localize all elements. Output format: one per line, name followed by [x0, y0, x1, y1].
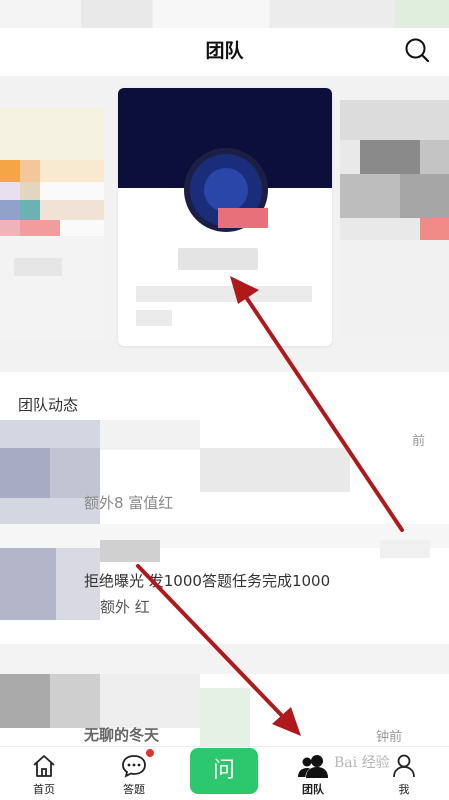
header: 团队 [0, 28, 449, 76]
team-description-blurred-2 [136, 310, 172, 326]
avatar [0, 674, 50, 728]
profile-icon [393, 754, 415, 778]
feed-subtext: 额外 红 [100, 598, 150, 616]
feed-time: 钟前 [376, 730, 403, 745]
list-item[interactable]: 无聊的冬天 钟前 [0, 644, 449, 746]
home-icon [33, 755, 55, 777]
team-badge [218, 208, 268, 228]
search-icon[interactable] [403, 36, 431, 64]
feed-text: 额外8 富值红 [84, 494, 174, 512]
team-activity-feed[interactable]: 前 额外8 富值红 拒绝曝光 发1000答题任务完成1000 额外 红 无聊的冬… [0, 420, 449, 746]
list-item[interactable]: 前 额外8 富值红 [0, 420, 449, 524]
featured-team-carousel[interactable] [0, 76, 449, 372]
feed-text: 拒绝曝光 发1000答题任务完成1000 [84, 572, 331, 590]
status-bar [0, 0, 449, 28]
team-card-next[interactable] [340, 100, 449, 336]
feed-time: 前 [412, 434, 426, 449]
section-title-team-activity: 团队动态 [18, 396, 79, 414]
team-description-blurred [136, 286, 312, 302]
watermark: Bai 经验 [334, 755, 390, 771]
ask-icon: 问 [212, 758, 235, 783]
team-icon [298, 755, 328, 778]
chat-bubble-icon [122, 755, 146, 778]
page-title: 团队 [205, 40, 244, 62]
team-card-previous[interactable] [0, 108, 104, 340]
team-name-blurred [178, 248, 258, 270]
team-page: 团队 团队动态 前 额外8 富值红 拒绝曝光 发1000答题任务完成1000 额… [0, 0, 449, 800]
team-card-featured[interactable] [118, 88, 332, 346]
feed-text: 无聊的冬天 [84, 726, 160, 744]
list-item[interactable]: 拒绝曝光 发1000答题任务完成1000 额外 红 [0, 524, 449, 644]
tab-home[interactable]: 首页 [14, 747, 74, 800]
ask-button[interactable]: 问 [190, 748, 258, 794]
tab-answer[interactable]: 答题 [104, 747, 164, 800]
notification-dot [146, 749, 154, 757]
